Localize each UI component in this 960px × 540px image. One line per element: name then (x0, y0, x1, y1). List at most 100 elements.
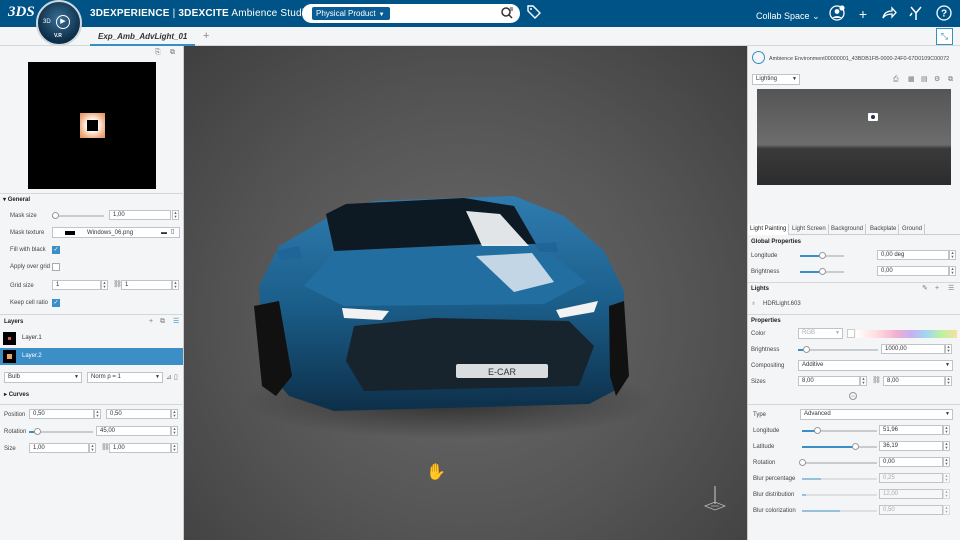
grid-size-x-field[interactable]: 1 (52, 280, 101, 290)
plus-icon[interactable]: + (854, 5, 872, 23)
add-tab-button[interactable]: + (203, 30, 209, 42)
add-layer-icon[interactable]: + (149, 318, 153, 326)
menu-icon[interactable]: ☰ (948, 285, 954, 293)
tab-background[interactable]: Background (829, 224, 867, 235)
mask-size-spinner[interactable]: ▲ ▼ (172, 210, 179, 220)
position-y-spinner[interactable]: ▲ ▼ (171, 409, 178, 419)
gear-icon[interactable]: ⚙ (934, 76, 940, 84)
global-longitude-spinner[interactable]: ▲ ▼ (949, 250, 956, 260)
3ds-logo[interactable]: 3DS (8, 4, 35, 21)
duplicate-layer-icon[interactable]: ⧉ (160, 318, 165, 326)
mode-select[interactable]: Lighting ▼ (752, 74, 800, 85)
detach-icon[interactable]: ⧉ (948, 76, 953, 84)
global-longitude-field[interactable]: 0,00 deg (877, 250, 949, 260)
light-marker[interactable] (868, 113, 878, 121)
search-icon[interactable] (500, 6, 514, 20)
global-brightness-spinner[interactable]: ▲ ▼ (949, 266, 956, 276)
sizes-y-field[interactable]: 8,00 (883, 376, 945, 386)
blur-distribution-slider[interactable] (802, 494, 877, 496)
longitude-slider[interactable] (802, 427, 877, 434)
brightness-slider[interactable] (798, 346, 878, 353)
layer-row-2[interactable]: Layer.2 (0, 348, 183, 365)
shape-select[interactable]: Bulb ▼ (4, 372, 82, 383)
grid-size-y-spinner[interactable]: ▲ ▼ (172, 280, 179, 290)
blur-percentage-slider[interactable] (802, 478, 877, 480)
mask-size-field[interactable]: 1,00 (109, 210, 171, 220)
position-y-field[interactable]: 0,50 (106, 409, 171, 419)
compositing-select[interactable]: Additive ▼ (798, 360, 953, 371)
list-view-icon[interactable]: ▤ (921, 76, 928, 84)
link-icon[interactable]: ⛓ (872, 377, 881, 385)
latitude-slider[interactable] (802, 443, 877, 450)
curve-edit-icon[interactable]: ⊿ (166, 374, 172, 382)
edit-icon[interactable]: ✎ (922, 285, 928, 293)
tab-backplate[interactable]: Backplate (868, 224, 900, 235)
environment-preview[interactable] (757, 89, 951, 185)
layer-list-icon[interactable]: ☰ (173, 318, 179, 326)
blur-percentage-field[interactable]: 0,25 (879, 473, 943, 483)
grid-size-y-field[interactable]: 1 (121, 280, 172, 290)
sizes-x-field[interactable]: 8,00 (798, 376, 860, 386)
tab-ground[interactable]: Ground (900, 224, 926, 235)
brightness-spinner[interactable]: ▲ ▼ (945, 344, 952, 354)
position-x-field[interactable]: 0,50 (29, 409, 94, 419)
tools-icon[interactable] (907, 5, 925, 23)
share-icon[interactable] (880, 5, 898, 23)
add-light-icon[interactable]: + (935, 285, 939, 293)
tab-light-painting[interactable]: Light Painting (748, 224, 790, 235)
apply-over-grid-checkbox[interactable] (52, 263, 60, 271)
blur-percentage-spinner[interactable]: ▲ ▼ (943, 473, 950, 483)
color-picker[interactable] (856, 330, 957, 338)
mask-preview[interactable] (28, 62, 156, 189)
user-icon[interactable] (828, 5, 846, 23)
size-y-spinner[interactable]: ▲ ▼ (171, 443, 178, 453)
type-select[interactable]: Advanced ▼ (800, 409, 953, 420)
brightness-field[interactable]: 1000,00 (881, 344, 945, 354)
grid-size-x-spinner[interactable]: ▲ ▼ (101, 280, 108, 290)
curves-section-header[interactable]: ▸ Curves (4, 391, 29, 398)
layer-row-1[interactable]: Layer.1 (0, 330, 183, 347)
position-x-spinner[interactable]: ▲ ▼ (94, 409, 101, 419)
latitude-spinner[interactable]: ▲ ▼ (943, 441, 950, 451)
light-list-item[interactable]: ♁ HDRLight.603 (748, 298, 960, 310)
size-y-field[interactable]: 1,00 (109, 443, 171, 453)
longitude-spinner[interactable]: ▲ ▼ (943, 425, 950, 435)
rotation-field[interactable]: 45,00 (96, 426, 171, 436)
latitude-field[interactable]: 36,19 (879, 441, 943, 451)
tab-document[interactable]: Exp_Amb_AdvLight_01 (90, 29, 196, 46)
blur-distribution-field[interactable]: 12,00 (879, 489, 943, 499)
help-icon[interactable]: ? (935, 5, 953, 23)
blur-colorization-spinner[interactable]: ▲ ▼ (943, 505, 950, 515)
global-longitude-slider[interactable] (800, 252, 844, 259)
compass-widget[interactable]: 3D ▶ V.R (36, 0, 82, 46)
capture-icon[interactable]: ⎙ (893, 76, 899, 84)
collapse-icon[interactable]: ⤡ (936, 28, 953, 45)
play-icon[interactable]: ▶ (56, 15, 70, 29)
blur-distribution-spinner[interactable]: ▲ ▼ (943, 489, 950, 499)
collapse-up-icon[interactable]: ︿ (849, 392, 857, 400)
sizes-x-spinner[interactable]: ▲ ▼ (860, 376, 867, 386)
trash-icon[interactable]: ▯ (171, 228, 174, 236)
fill-with-black-checkbox[interactable]: ✓ (52, 246, 60, 254)
global-brightness-field[interactable]: 0,00 (877, 266, 949, 276)
collab-space-selector[interactable]: Collab Space ⌄ (756, 11, 820, 22)
rotation-slider[interactable] (29, 428, 93, 435)
size-x-field[interactable]: 1,00 (29, 443, 89, 453)
sizes-y-spinner[interactable]: ▲ ▼ (945, 376, 952, 386)
detach-icon[interactable]: ⧉ (170, 49, 175, 57)
rotation-slider[interactable] (799, 459, 877, 466)
rotation-spinner[interactable]: ▲ ▼ (171, 426, 178, 436)
delete-icon[interactable]: ▯ (174, 374, 178, 382)
norm-select[interactable]: Norm p = 1 ▼ (87, 372, 163, 383)
longitude-field[interactable]: 51,96 (879, 425, 943, 435)
mask-texture-field[interactable]: Windows_06.png ▬ ▯ (52, 227, 180, 238)
search-input[interactable] (402, 7, 492, 20)
color-swatch[interactable] (847, 329, 855, 338)
blur-colorization-field[interactable]: 0,50 (879, 505, 943, 515)
rotation-field[interactable]: 0,00 (879, 457, 943, 467)
keep-cell-ratio-checkbox[interactable]: ✓ (52, 299, 60, 307)
color-mode-select[interactable]: RGB ▼ (798, 328, 843, 339)
global-brightness-slider[interactable] (800, 268, 844, 275)
general-section-header[interactable]: ▾ General (3, 196, 30, 203)
tab-light-screen[interactable]: Light Screen (790, 224, 829, 235)
